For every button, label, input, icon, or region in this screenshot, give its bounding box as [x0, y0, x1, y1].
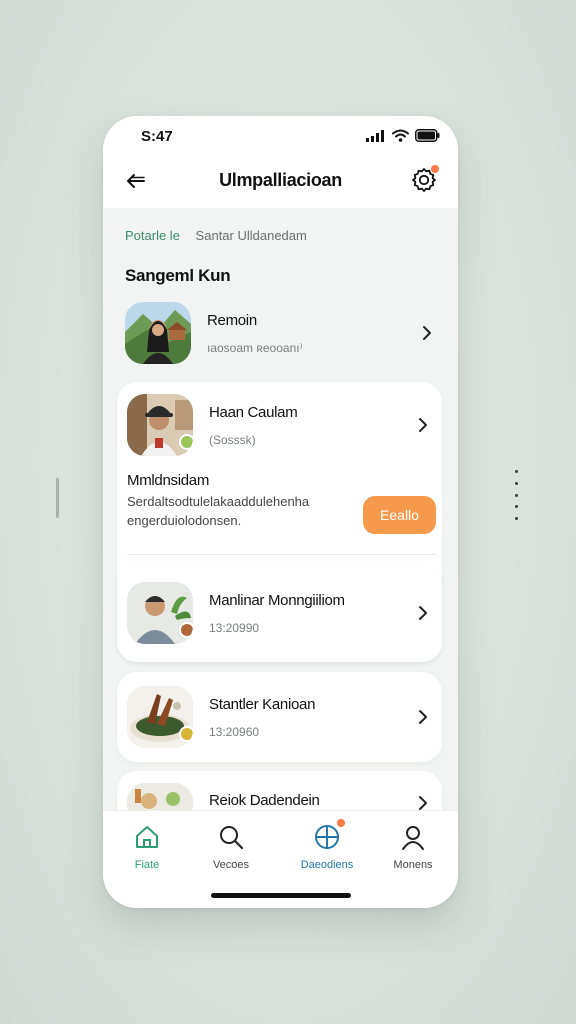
list-item[interactable]: Stantler Kanioan 13:20960 [127, 684, 432, 750]
avatar [127, 394, 193, 456]
section-title: Sangeml Kun [125, 266, 231, 285]
item-text: Remoin ıaosoam ʀeooanı⁾ [207, 312, 418, 355]
notification-dot [337, 819, 345, 827]
status-badge [179, 434, 193, 450]
chevron-right-icon [419, 710, 427, 724]
battery-icon [415, 129, 440, 142]
list-item[interactable]: Manlinar Monngiiliom 13:20990 [127, 580, 432, 646]
page-title: Ulmpalliacioan [219, 170, 342, 190]
breadcrumb-current: Santar Ulldanedam [195, 228, 307, 243]
item-subtitle: ıaosoam ʀeooanı⁾ [207, 340, 303, 355]
chevron-right-icon [423, 326, 431, 340]
nav-label: Fiate [134, 859, 160, 871]
home-icon [133, 823, 161, 851]
detail-text: Serdaltsodtulelakaaddulehenha engerduiol… [127, 494, 310, 528]
right-side-dots [514, 470, 518, 520]
chevron-right-icon [419, 606, 427, 620]
settings-notification-dot [431, 165, 439, 173]
status-badge [179, 622, 193, 638]
profile-icon [399, 823, 427, 851]
settings-button[interactable] [410, 165, 439, 194]
list-card: Stantler Kanioan 13:20960 [117, 672, 442, 762]
landscape-person-photo [125, 302, 191, 364]
item-name: Haan Caulam [209, 403, 298, 421]
nav-label: Vecoes [212, 859, 250, 871]
item-text: Manlinar Monngiiliom 13:20990 [209, 592, 414, 635]
item-text: Haan Caulam (Sosssk) [209, 404, 414, 447]
avatar [127, 686, 193, 748]
breadcrumb: Potarle le Santar Ulldanedam [125, 228, 307, 243]
item-text: Reiok Dadendein [209, 792, 414, 809]
list-card: Manlinar Monngiiliom 13:20990 [117, 562, 442, 662]
item-subtitle: (Sosssk) [209, 432, 256, 447]
item-name: Remoin [207, 311, 257, 329]
left-side-handle [56, 478, 59, 518]
status-icons [366, 129, 440, 142]
item-name: Reiok Dadendein [209, 791, 320, 809]
list-item[interactable]: Haan Caulam (Sosssk) [127, 392, 432, 458]
detail-title: Mmldnsidam [127, 472, 210, 489]
list-item[interactable]: Remoin ıaosoam ʀeooanı⁾ [125, 300, 436, 366]
signal-icon [366, 129, 384, 142]
nav-item-profile[interactable]: Monens [373, 823, 453, 871]
bottom-nav: Fiate Vecoes Daeodiens Monens [103, 810, 458, 908]
item-name: Manlinar Monngiiliom [209, 591, 345, 609]
action-button[interactable]: Eeallo [363, 496, 436, 534]
item-subtitle: 13:20960 [209, 724, 260, 739]
home-indicator [211, 893, 351, 898]
item-name: Stantler Kanioan [209, 695, 316, 713]
phone-frame: S:47 Ulmpalliacioan Potarle le Santar Ul… [103, 116, 458, 908]
explore-icon [313, 819, 345, 851]
status-time: S:47 [141, 128, 173, 145]
avatar [125, 302, 191, 364]
search-icon [217, 823, 245, 851]
app-header: Ulmpalliacioan [103, 160, 458, 208]
breadcrumb-item[interactable]: Potarle le [125, 228, 180, 243]
nav-item-search[interactable]: Vecoes [191, 823, 271, 871]
wifi-icon [392, 129, 409, 142]
status-bar: S:47 [103, 116, 458, 160]
item-subtitle: 13:20990 [209, 620, 260, 635]
item-text: Stantler Kanioan 13:20960 [209, 696, 414, 739]
chevron-right-icon [419, 418, 427, 432]
status-badge [179, 726, 193, 742]
nav-label: Monens [393, 859, 433, 871]
nav-item-explore[interactable]: Daeodiens [287, 819, 367, 871]
avatar [127, 582, 193, 644]
nav-label: Daeodiens [300, 859, 354, 871]
divider [127, 554, 436, 555]
nav-item-home[interactable]: Fiate [107, 823, 187, 871]
